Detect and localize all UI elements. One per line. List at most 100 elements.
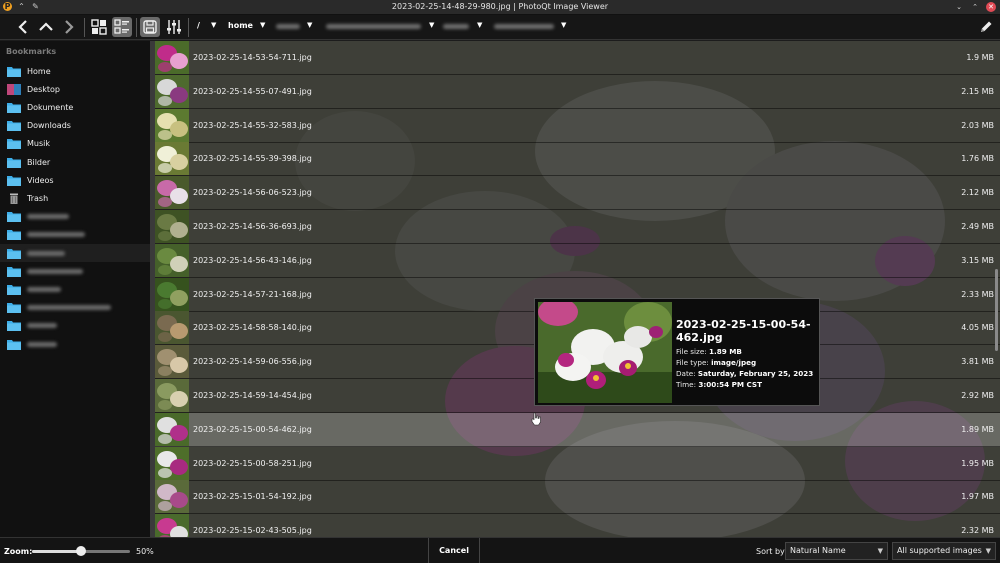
- folder-icon: [7, 320, 21, 332]
- sidebar-item-musik[interactable]: Musik: [0, 135, 150, 153]
- sidebar-item-redacted[interactable]: [0, 317, 150, 335]
- breadcrumb-root[interactable]: /: [197, 21, 200, 30]
- breadcrumb-redacted[interactable]: [494, 24, 554, 29]
- file-thumbnail: [155, 345, 189, 379]
- file-row[interactable]: 2023-02-25-14-55-39-398.jpg 1.76 MB: [155, 142, 1000, 177]
- file-type-filter-dropdown[interactable]: All supported images ▼: [892, 542, 996, 560]
- sidebar-item-bilder[interactable]: Bilder: [0, 153, 150, 171]
- file-size: 4.05 MB: [961, 323, 994, 333]
- breadcrumb-arrow[interactable]: ▼: [477, 21, 482, 29]
- file-list: 2023-02-25-14-53-54-711.jpg 1.9 MB 2023-02…: [155, 41, 1000, 537]
- folder-icon: [7, 157, 21, 168]
- sliders-icon: [167, 20, 181, 34]
- breadcrumb-arrow[interactable]: ▼: [260, 21, 265, 29]
- breadcrumb-arrow[interactable]: ▼: [561, 21, 566, 29]
- sidebar-item-label: Trash: [27, 193, 49, 203]
- cancel-button[interactable]: Cancel: [428, 538, 480, 563]
- file-size: 1.89 MB: [961, 424, 994, 434]
- zoom-slider-handle[interactable]: [76, 546, 86, 556]
- up-button[interactable]: [37, 18, 55, 36]
- redacted-label: [27, 268, 83, 274]
- sidebar-item-redacted[interactable]: [0, 280, 150, 298]
- sidebar-item-redacted[interactable]: [0, 208, 150, 226]
- grid-view-button[interactable]: [89, 17, 109, 37]
- status-bar: Zoom: 50% Cancel Sort by: Natural Name ▼…: [0, 537, 1000, 563]
- file-name: 2023-02-25-14-55-07-491.jpg: [193, 86, 312, 96]
- file-row[interactable]: 2023-02-25-15-00-54-462.jpg 1.89 MB: [155, 412, 1000, 447]
- edit-path-button[interactable]: [978, 19, 994, 35]
- sidebar-item-downloads[interactable]: Downloads: [0, 117, 150, 135]
- orchid-thumbnail: [538, 302, 672, 403]
- chevron-up-icon: [39, 22, 53, 31]
- sidebar-item-redacted[interactable]: [0, 262, 150, 280]
- sidebar-item-label: Videos: [27, 175, 54, 185]
- file-name: 2023-02-25-14-59-14-454.jpg: [193, 391, 312, 400]
- folder-icon: [7, 102, 21, 113]
- zoom-slider[interactable]: [32, 546, 130, 556]
- close-icon[interactable]: ✕: [986, 2, 996, 12]
- chevron-right-icon: [65, 20, 74, 34]
- file-thumbnail: [155, 108, 189, 142]
- breadcrumb-arrow[interactable]: ▼: [429, 21, 434, 29]
- file-row[interactable]: 2023-02-25-15-01-54-192.jpg 1.97 MB: [155, 480, 1000, 515]
- sidebar-item-label: Home: [27, 66, 51, 76]
- file-name: 2023-02-25-14-55-32-583.jpg: [193, 120, 312, 130]
- breadcrumb-redacted[interactable]: [443, 24, 469, 29]
- forward-button[interactable]: [60, 18, 78, 36]
- list-view-button[interactable]: [112, 17, 132, 37]
- file-row[interactable]: 2023-02-25-14-56-06-523.jpg 2.12 MB: [155, 176, 1000, 211]
- file-list-scrollbar[interactable]: [995, 269, 998, 351]
- date-value: Saturday, February 25, 2023: [697, 369, 814, 378]
- back-button[interactable]: [14, 18, 32, 36]
- folder-icon: [7, 120, 21, 132]
- file-size-label: File size:: [676, 347, 707, 356]
- sort-by-dropdown[interactable]: Natural Name ▼: [785, 542, 888, 560]
- sidebar-item-redacted[interactable]: [0, 335, 150, 353]
- redacted-label: [27, 323, 57, 329]
- sort-by-label: Sort by:: [756, 547, 787, 556]
- sidebar-item-desktop[interactable]: Desktop: [0, 80, 150, 98]
- folder-icon: [7, 284, 21, 295]
- file-row[interactable]: 2023-02-25-15-02-43-505.jpg 2.32 MB: [155, 514, 1000, 537]
- file-row[interactable]: 2023-02-25-15-00-58-251.jpg 1.95 MB: [155, 446, 1000, 481]
- settings-button[interactable]: [164, 17, 184, 37]
- folder-icon: [7, 302, 21, 314]
- file-row[interactable]: 2023-02-25-14-53-54-711.jpg 1.9 MB: [155, 41, 1000, 75]
- sidebar-item-home[interactable]: Home: [0, 62, 150, 80]
- sidebar-item-videos[interactable]: Videos: [0, 171, 150, 189]
- file-row[interactable]: 2023-02-25-14-55-32-583.jpg 2.03 MB: [155, 108, 1000, 143]
- breadcrumb-home[interactable]: home: [228, 21, 253, 30]
- maximize-icon[interactable]: ⌃: [970, 2, 980, 12]
- sidebar-item-dokumente[interactable]: Dokumente: [0, 98, 150, 116]
- file-thumbnail: [155, 41, 189, 74]
- file-size: 1.76 MB: [961, 154, 994, 164]
- sidebar-item-redacted[interactable]: [0, 299, 150, 317]
- sidebar-item-label: Musik: [27, 139, 50, 149]
- folder-icon: [7, 248, 21, 259]
- file-name: 2023-02-25-14-56-06-523.jpg: [193, 188, 312, 198]
- file-name: 2023-02-25-15-00-54-462.jpg: [193, 424, 312, 434]
- folder-icon: [7, 66, 21, 77]
- sidebar-item-redacted[interactable]: [0, 244, 150, 262]
- breadcrumb-redacted[interactable]: [276, 24, 300, 29]
- tooltip-image-preview: [538, 302, 672, 403]
- file-row[interactable]: 2023-02-25-14-56-36-693.jpg 2.49 MB: [155, 210, 1000, 244]
- file-size: 2.33 MB: [961, 289, 994, 299]
- tooltip-file-type: File type: image/jpeg: [676, 358, 756, 367]
- sidebar-item-redacted[interactable]: [0, 226, 150, 244]
- file-row[interactable]: 2023-02-25-14-55-07-491.jpg 2.15 MB: [155, 74, 1000, 109]
- zoom-slider-fill: [32, 550, 81, 553]
- chevron-down-icon: ▼: [985, 547, 991, 555]
- file-size: 1.95 MB: [961, 458, 994, 468]
- breadcrumb-redacted[interactable]: [326, 24, 421, 29]
- file-size: 3.15 MB: [961, 255, 994, 265]
- sidebar-item-label: Downloads: [27, 121, 71, 131]
- breadcrumb-arrow[interactable]: ▼: [307, 21, 312, 29]
- sidebar-item-trash[interactable]: Trash: [0, 189, 150, 207]
- breadcrumb-arrow[interactable]: ▼: [211, 21, 216, 29]
- minimize-icon[interactable]: ⌄: [954, 2, 964, 12]
- file-name: 2023-02-25-14-55-39-398.jpg: [193, 154, 312, 164]
- sort-by-value: Natural Name: [790, 546, 846, 555]
- remember-location-button[interactable]: [140, 17, 160, 37]
- file-row[interactable]: 2023-02-25-14-56-43-146.jpg 3.15 MB: [155, 243, 1000, 278]
